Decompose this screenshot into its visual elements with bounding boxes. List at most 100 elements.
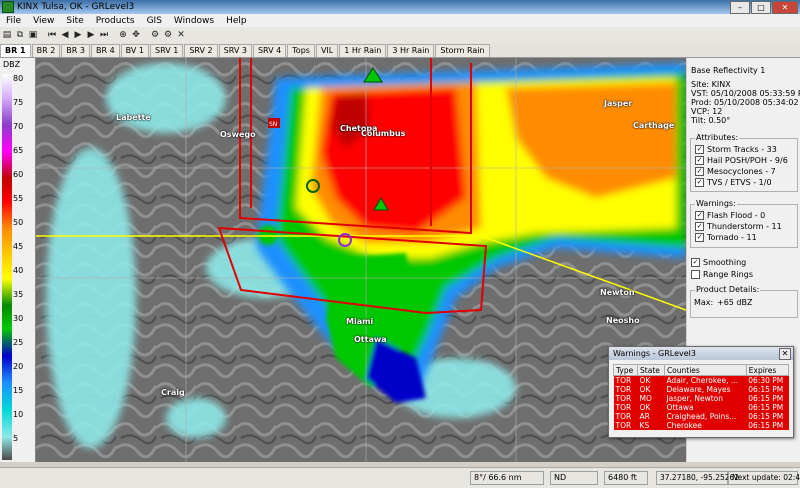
dbz-legend: DBZ 80 75 70 65 60 55 50 45 40 35 30 25 … xyxy=(0,58,36,462)
step-back-icon[interactable]: ◀ xyxy=(59,29,71,41)
toolbar: ▤ ⧉ ▣ ⏮ ◀ ▶ ▶ ⏭ ⊕ ✥ ⚙ ⚙ ✕ xyxy=(0,27,800,44)
storm-tool-1-icon[interactable]: ⚙ xyxy=(149,29,161,41)
legend-tick: 40 xyxy=(13,266,24,275)
status-coords: 37.27180, -95.25262 xyxy=(656,471,739,485)
legend-tick: 50 xyxy=(13,218,24,227)
warnings-title: Warnings: xyxy=(695,199,737,208)
city-label: Ottawa xyxy=(354,335,387,344)
column-header-expires[interactable]: Expires xyxy=(745,364,790,376)
tab-br3[interactable]: BR 3 xyxy=(61,44,90,57)
legend-tick: 75 xyxy=(13,98,24,107)
menu-products[interactable]: Products xyxy=(90,16,141,26)
storm-tool-2-icon[interactable]: ⚙ xyxy=(162,29,174,41)
close-button[interactable]: ✕ xyxy=(772,1,798,14)
tab-tops[interactable]: Tops xyxy=(287,44,315,57)
menu-site[interactable]: Site xyxy=(60,16,89,26)
table-row[interactable]: TOR KS Cherokee 06:15 PM xyxy=(613,421,789,430)
open-icon[interactable]: ▤ xyxy=(1,29,13,41)
tab-srv1[interactable]: SRV 1 xyxy=(150,44,184,57)
tab-br4[interactable]: BR 4 xyxy=(90,44,120,57)
attributes-title: Attributes: xyxy=(695,133,740,142)
zoom-icon[interactable]: ⊕ xyxy=(117,29,129,41)
product-details-group: Product Details: Max: +65 dBZ xyxy=(690,285,798,318)
column-header-state[interactable]: State xyxy=(637,364,665,376)
tab-br1[interactable]: BR 1 xyxy=(0,44,31,57)
legend-tick: 10 xyxy=(13,410,24,419)
city-label: Craig xyxy=(161,388,185,397)
hail-checkbox[interactable]: ✓ Hail POSH/POH - 9/6 xyxy=(695,156,788,165)
city-label: Jasper xyxy=(604,99,633,108)
storm-tool-3-icon[interactable]: ✕ xyxy=(175,29,187,41)
step-forward-icon[interactable]: ▶ xyxy=(85,29,97,41)
column-header-counties[interactable]: Counties xyxy=(663,364,747,376)
legend-tick: 80 xyxy=(13,74,24,83)
tab-srv3[interactable]: SRV 3 xyxy=(218,44,252,57)
legend-tick: 55 xyxy=(13,194,24,203)
warnings-group: Warnings: ✓ Flash Flood - 0 ✓ Thunderstorm… xyxy=(690,199,798,248)
product-name: Base Reflectivity 1 xyxy=(691,66,766,75)
tvs-checkbox[interactable]: ✓ TVS / ETVS - 1/0 xyxy=(695,178,772,187)
table-row[interactable]: TOR OK Ottawa 06:15 PM xyxy=(613,403,789,412)
tornado-checkbox[interactable]: ✓ Tornado - 11 xyxy=(695,233,757,242)
menu-help[interactable]: Help xyxy=(220,16,253,26)
table-row[interactable]: TOR AR Craighead, Poins... 06:15 PM xyxy=(613,412,789,421)
tab-br2[interactable]: BR 2 xyxy=(31,44,61,57)
status-nd: ND xyxy=(550,471,598,485)
attributes-group: Attributes: ✓ Storm Tracks - 33 ✓ Hail POS… xyxy=(690,133,798,192)
menu-file[interactable]: File xyxy=(0,16,27,26)
warnings-window-close-icon[interactable]: ✕ xyxy=(779,348,791,360)
maximize-button[interactable]: □ xyxy=(751,1,771,14)
mesocyclones-checkbox[interactable]: ✓ Mesocyclones - 7 xyxy=(695,167,776,176)
tab-bv1[interactable]: BV 1 xyxy=(120,44,150,57)
city-label: Neosho xyxy=(606,316,640,325)
column-header-type[interactable]: Type xyxy=(612,364,639,376)
tab-1hr-rain[interactable]: 1 Hr Rain xyxy=(339,44,387,57)
menu-windows[interactable]: Windows xyxy=(168,16,220,26)
warnings-window[interactable]: Warnings - GRLevel3 ✕ Type State Countie… xyxy=(608,346,794,438)
city-label: Labette xyxy=(116,113,151,122)
city-label: Miami xyxy=(346,317,374,326)
product-tabs: BR 1 BR 2 BR 3 BR 4 BV 1 SRV 1 SRV 2 SRV… xyxy=(0,43,800,58)
site-line: Site: KINX xyxy=(691,80,731,89)
menu-gis[interactable]: GIS xyxy=(141,16,168,26)
play-icon[interactable]: ▶ xyxy=(72,29,84,41)
tab-srv4[interactable]: SRV 4 xyxy=(252,44,287,57)
table-row[interactable]: TOR MO Jasper, Newton 06:15 PM xyxy=(613,394,789,403)
flash-flood-checkbox[interactable]: ✓ Flash Flood - 0 xyxy=(695,211,765,220)
city-label: Columbus xyxy=(361,129,406,138)
menu-view[interactable]: View xyxy=(27,16,60,26)
smoothing-checkbox[interactable]: ✓ Smoothing xyxy=(691,258,746,267)
legend-tick: 60 xyxy=(13,170,24,179)
title-bar[interactable]: KINX Tulsa, OK - GRLevel3 – □ ✕ xyxy=(0,0,800,14)
legend-unit: DBZ xyxy=(3,60,21,69)
copy-icon[interactable]: ⧉ xyxy=(14,29,26,41)
svg-text:SN: SN xyxy=(269,121,277,128)
legend-tick: 30 xyxy=(13,314,24,323)
vst-line: VST: 05/10/2008 05:33:59 PM xyxy=(691,89,800,98)
save-icon[interactable]: ▣ xyxy=(27,29,39,41)
pan-icon[interactable]: ✥ xyxy=(130,29,142,41)
skip-forward-icon[interactable]: ⏭ xyxy=(98,29,110,41)
radar-map[interactable]: SN Labette Oswego Chetopa Columbus Jaspe… xyxy=(36,58,686,462)
legend-tick: 70 xyxy=(13,122,24,131)
tab-3hr-rain[interactable]: 3 Hr Rain xyxy=(387,44,435,57)
skip-back-icon[interactable]: ⏮ xyxy=(46,29,58,41)
range-rings-checkbox[interactable]: Range Rings xyxy=(691,270,753,279)
menu-bar: File View Site Products GIS Windows Help xyxy=(0,14,800,27)
table-row[interactable]: TOR OK Delaware, Mayes 06:15 PM xyxy=(613,385,789,394)
minimize-button[interactable]: – xyxy=(730,1,750,14)
thunderstorm-checkbox[interactable]: ✓ Thunderstorm - 11 xyxy=(695,222,782,231)
status-range: 8°/ 66.6 nm xyxy=(470,471,544,485)
tab-srv2[interactable]: SRV 2 xyxy=(184,44,218,57)
tab-vil[interactable]: VIL xyxy=(315,44,339,57)
tilt-line: Tilt: 0.50° xyxy=(691,116,731,125)
app-icon xyxy=(2,1,14,13)
tab-storm-rain[interactable]: Storm Rain xyxy=(435,44,490,57)
window-title: KINX Tulsa, OK - GRLevel3 xyxy=(17,2,135,12)
product-details-title: Product Details: xyxy=(695,285,761,294)
warnings-table: Type State Counties Expires TOR OK Adair, … xyxy=(612,364,790,430)
storm-tracks-checkbox[interactable]: ✓ Storm Tracks - 33 xyxy=(695,145,777,154)
warnings-window-title[interactable]: Warnings - GRLevel3 ✕ xyxy=(609,347,793,360)
legend-tick: 5 xyxy=(13,434,19,443)
table-row[interactable]: TOR OK Adair, Cherokee, ... 06:30 PM xyxy=(613,375,789,385)
